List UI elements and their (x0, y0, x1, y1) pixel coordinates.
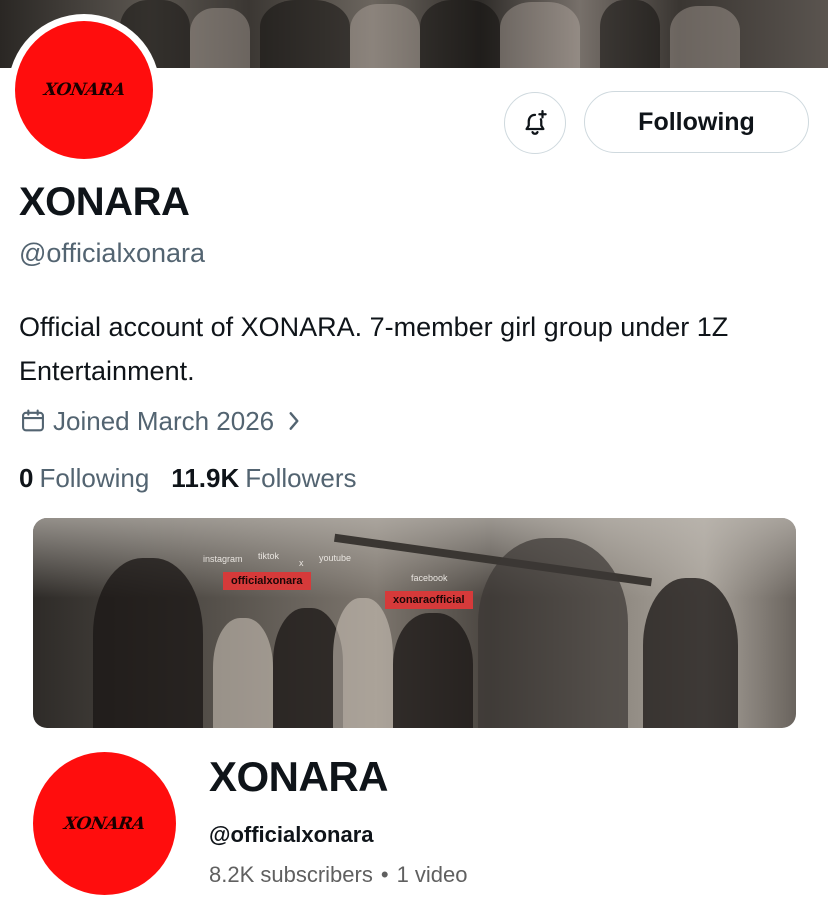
follow-stats: 0 Following 11.9K Followers (19, 463, 379, 494)
channel-handle: @officialxonara (209, 822, 374, 847)
channel-logo-text: XONARA (62, 813, 147, 834)
joined-text: Joined March 2026 (53, 405, 275, 436)
following-stat[interactable]: 0 Following (19, 463, 149, 494)
followers-label: Followers (245, 463, 357, 493)
channel-meta: 8.2K subscribers • 1 video (209, 862, 468, 888)
following-button[interactable]: Following (584, 91, 809, 153)
subscriber-count: 8.2K subscribers (209, 862, 373, 887)
banner-text-facebook: facebook (411, 573, 448, 583)
banner-tag-xonaraofficial: xonaraofficial (385, 591, 473, 609)
channel-avatar[interactable]: XONARA (33, 752, 176, 895)
followers-count: 11.9K (171, 463, 240, 493)
banner-text-x: x (299, 558, 304, 568)
chevron-right-icon (286, 410, 302, 432)
channel-banner-image[interactable]: instagram tiktok x youtube facebook offi… (33, 518, 796, 728)
banner-tag-officialxonara: officialxonara (223, 572, 311, 590)
avatar-logo: XONARA (15, 21, 153, 159)
meta-separator: • (380, 862, 389, 887)
calendar-icon (19, 407, 47, 435)
bell-plus-icon (525, 110, 547, 135)
joined-date[interactable]: Joined March 2026 (19, 403, 302, 439)
logo-text: XONARA (42, 80, 126, 100)
followers-stat[interactable]: 11.9K Followers (171, 463, 356, 494)
profile-bio: Official account of XONARA. 7-member gir… (19, 312, 729, 386)
following-label: Following (39, 463, 150, 493)
video-count: 1 video (396, 862, 468, 887)
following-count: 0 (19, 463, 34, 493)
notifications-button[interactable] (504, 92, 566, 154)
display-name: XONARA (19, 180, 190, 224)
banner-text-instagram: instagram (203, 554, 243, 564)
profile-avatar[interactable]: XONARA (8, 14, 160, 166)
banner-text-youtube: youtube (319, 553, 352, 563)
banner-text-tiktok: tiktok (258, 551, 280, 561)
profile-handle: @officialxonara (19, 238, 206, 268)
channel-name[interactable]: XONARA (209, 753, 389, 801)
